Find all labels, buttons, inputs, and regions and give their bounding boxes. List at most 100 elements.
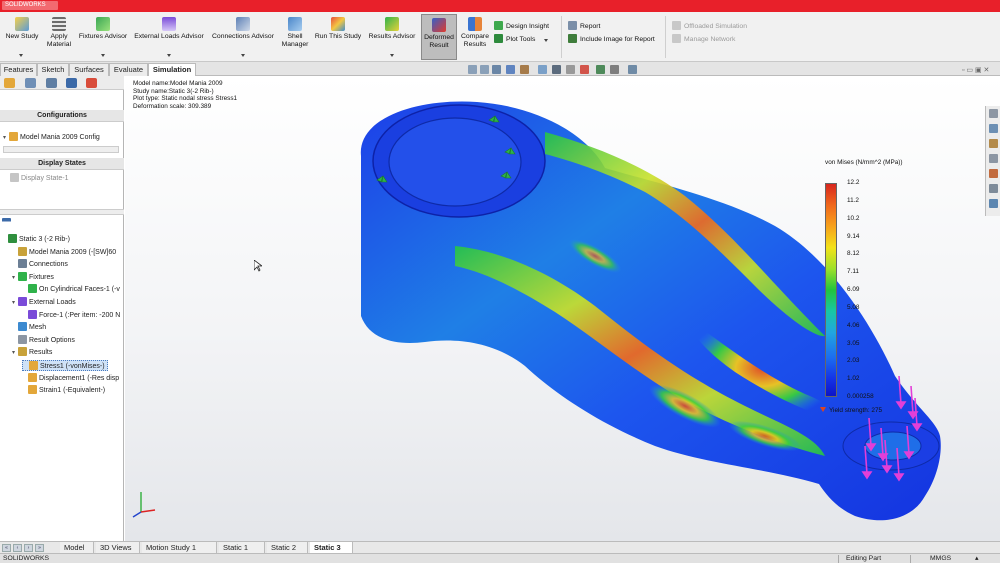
horizontal-scrollbar[interactable]	[3, 146, 119, 153]
compare-results-button[interactable]: Compare Results	[459, 14, 491, 60]
display-style-icon[interactable]	[552, 65, 561, 74]
panel-splitter[interactable]	[0, 209, 124, 215]
legend-tick-label: 7.11	[847, 268, 859, 276]
legend-tick-label: 1.02	[847, 375, 860, 383]
design-library-icon[interactable]	[989, 124, 998, 133]
report-button[interactable]: Report	[568, 21, 600, 32]
display-state-item[interactable]: Display State-1	[10, 173, 68, 184]
monitor-icon[interactable]	[628, 65, 637, 74]
tree-item[interactable]: ▾ Results	[12, 347, 52, 358]
reference-triad-icon	[132, 492, 156, 518]
forum-icon[interactable]	[989, 199, 998, 208]
tree-item[interactable]: Displacement1 (-Res disp	[22, 372, 119, 384]
legend-tick-label: 8.12	[847, 250, 860, 258]
design-insight-button[interactable]: Design Insight	[494, 21, 549, 32]
legend-tick-label: 0.000258	[847, 393, 874, 400]
tree-node-icon	[18, 334, 27, 344]
legend-tick-label: 5.08	[847, 303, 860, 311]
chevron-down-icon[interactable]	[19, 54, 23, 57]
first-tab-icon[interactable]: «	[2, 544, 11, 552]
configuration-item[interactable]: ▾ Model Mania 2009 Config	[3, 132, 100, 143]
tree-item[interactable]: On Cylindrical Faces-1 (-v	[22, 284, 120, 295]
offloaded-simulation-button[interactable]: Offloaded Simulation	[672, 21, 747, 32]
display-state-icon	[10, 173, 19, 182]
chevron-down-icon[interactable]	[101, 54, 105, 57]
deformed-result-button[interactable]: Deformed Result	[421, 14, 457, 60]
tree-item[interactable]: ▾ External Loads	[12, 297, 76, 308]
view-palette-icon[interactable]	[989, 154, 998, 163]
chevron-down-icon[interactable]	[167, 54, 171, 57]
prev-tab-icon[interactable]: ‹	[13, 544, 22, 552]
dynamic-annotation-icon[interactable]	[520, 65, 529, 74]
hide-show-icon[interactable]	[566, 65, 575, 74]
tree-node-icon	[28, 372, 37, 382]
compare-results-icon	[468, 17, 482, 31]
stress-plot-model[interactable]	[125, 76, 1000, 541]
view-settings-icon[interactable]	[610, 65, 619, 74]
tab-features[interactable]: Features	[0, 63, 37, 76]
legend-tick-label: 6.09	[847, 286, 860, 293]
tree-item-label: Model Mania 2009 (-[SW]60	[29, 248, 117, 256]
filter-icon[interactable]	[2, 218, 13, 229]
section-view-icon[interactable]	[506, 65, 515, 74]
new-study-icon	[15, 17, 29, 31]
resources-icon[interactable]	[989, 109, 998, 118]
offload-icon	[672, 21, 681, 30]
status-app-name: SOLIDWORKS	[3, 555, 50, 562]
run-this-study-button[interactable]: Run This Study	[312, 14, 364, 60]
next-tab-icon[interactable]: ›	[24, 544, 33, 552]
tree-item-label: Mesh	[29, 324, 47, 332]
tree-item[interactable]: Force-1 (:Per item: -200 N	[22, 309, 120, 321]
tab-simulation[interactable]: Simulation	[148, 63, 196, 76]
zoom-to-fit-icon[interactable]	[468, 65, 477, 74]
yield-marker-icon	[820, 407, 826, 412]
apply-scene-icon[interactable]	[596, 65, 605, 74]
tree-item-label: External Loads	[29, 299, 76, 306]
tree-item[interactable]: Mesh	[12, 322, 46, 333]
design-insight-icon	[494, 21, 503, 30]
connections-icon	[236, 17, 250, 31]
appearances-icon[interactable]	[989, 169, 998, 178]
custom-properties-icon[interactable]	[989, 184, 998, 193]
property-manager-icon[interactable]	[25, 78, 36, 88]
tree-item[interactable]: Strain1 (-Equivalent-)	[22, 385, 105, 396]
tree-item[interactable]: Stress1 (-vonMises-)	[22, 360, 108, 371]
unit-system-selector[interactable]: MMGS	[930, 554, 951, 563]
external-load-icon	[162, 17, 176, 31]
zoom-area-icon[interactable]	[480, 65, 489, 74]
material-icon	[52, 17, 66, 31]
tree-item[interactable]: Static 3 (-2 Rib-)	[2, 234, 70, 245]
chevron-down-icon[interactable]	[241, 54, 245, 57]
last-tab-icon[interactable]: »	[35, 544, 44, 552]
tree-item[interactable]: Result Options	[12, 334, 75, 346]
edit-appearance-icon[interactable]	[580, 65, 589, 74]
viewport-window-controls[interactable]: ▫ ▭ ▣ ✕	[962, 66, 989, 74]
chevron-down-icon[interactable]	[544, 39, 548, 42]
manage-network-button[interactable]: Manage Network	[672, 34, 735, 45]
previous-view-icon[interactable]	[492, 65, 501, 74]
display-manager-icon[interactable]	[86, 78, 97, 88]
dimxpert-icon[interactable]	[66, 78, 77, 88]
tree-item[interactable]: Connections	[12, 259, 68, 270]
tab-sketch[interactable]: Sketch	[37, 63, 69, 76]
legend-tick-label: 9.14	[847, 232, 860, 240]
chevron-up-icon[interactable]: ▴	[975, 554, 978, 563]
mouse-cursor-icon	[254, 260, 262, 272]
plot-tools-button[interactable]: Plot Tools	[494, 34, 535, 45]
tab-surfaces[interactable]: Surfaces	[69, 63, 109, 76]
view-orientation-icon[interactable]	[538, 65, 547, 74]
apply-material-button[interactable]: Apply Material	[44, 14, 74, 60]
tree-item[interactable]: ▾ Fixtures	[12, 271, 54, 283]
tab-evaluate[interactable]: Evaluate	[109, 63, 148, 76]
tree-node-icon	[18, 347, 27, 357]
shell-manager-button[interactable]: Shell Manager	[280, 14, 310, 60]
feature-manager-icon[interactable]	[4, 78, 15, 88]
file-explorer-icon[interactable]	[989, 139, 998, 148]
configuration-manager-icon[interactable]	[46, 78, 57, 88]
graphics-area[interactable]: Model name:Model Mania 2009 Study name:S…	[125, 76, 1000, 541]
chevron-down-icon[interactable]	[390, 54, 394, 57]
tree-item[interactable]: Model Mania 2009 (-[SW]60	[12, 246, 117, 258]
legend-tick-label: 10.2	[847, 214, 860, 222]
include-image-button[interactable]: Include Image for Report	[568, 34, 655, 45]
yield-strength-marker: Yield strength: 275	[820, 407, 882, 414]
